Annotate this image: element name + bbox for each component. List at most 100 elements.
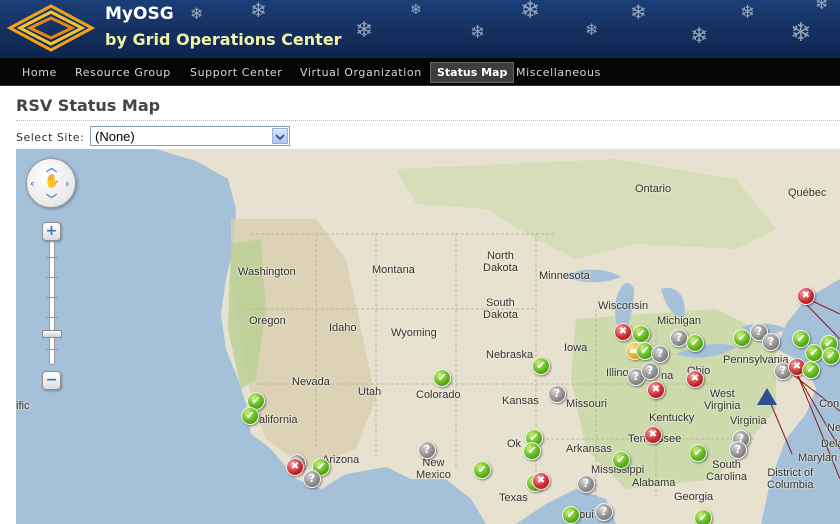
pan-up-icon[interactable]: ︿ [46,162,57,173]
snowflake-icon: ❄ [470,22,486,43]
nav-home[interactable]: Home [16,62,63,83]
site-marker-ok[interactable]: ✔ [632,325,650,343]
zoom-tick [46,277,58,278]
title-divider [16,120,840,121]
map-label-north-carolina: Ne [827,422,840,434]
site-marker-error[interactable]: ✖ [644,426,662,444]
map-label-virginia: Virginia [730,415,767,427]
map-label-iowa: Iowa [564,342,588,354]
zoom-tick [46,297,58,298]
map-label-minnesota: Minnesota [539,270,590,282]
site-marker-ok[interactable]: ✔ [689,444,707,462]
site-marker-ok[interactable]: ✔ [523,442,541,460]
site-marker-unknown[interactable]: ? [641,362,659,380]
map-label-texas: Texas [499,492,528,504]
pan-right-icon[interactable]: › [65,178,70,189]
snowflake-icon: ❄ [630,0,647,24]
snowflake-icon: ❄ [690,24,709,49]
site-marker-error[interactable]: ✖ [286,458,304,476]
site-marker-unknown[interactable]: ? [651,345,669,363]
site-select[interactable]: (None) [90,126,290,146]
site-marker-ok[interactable]: ✔ [433,369,451,387]
header-banner: ❄ ❄ ❄ ❄ ❄ ❄ ❄ ❄ ❄ ❄ ❄ ❄ MyOSG by Grid Op… [0,0,840,57]
snowflake-icon: ❄ [585,20,599,39]
site-marker-unknown[interactable]: ? [548,385,566,403]
snowflake-icon: ❄ [740,2,756,23]
site-marker-error[interactable]: ✖ [614,323,632,341]
site-select-value: (None) [95,129,135,144]
site-marker-error[interactable]: ✖ [532,472,550,490]
zoom-tick [46,317,58,318]
map-label-new-mexico: New Mexico [416,457,451,481]
zoom-slider-track[interactable] [49,241,55,365]
chevron-down-icon[interactable] [272,128,288,144]
site-marker-ok[interactable]: ✔ [612,451,630,469]
map-label-michigan: Michigan [657,315,702,327]
snowflake-icon: ❄ [190,4,204,23]
map-label-colorado: Colorado [416,389,461,401]
site-marker-unknown[interactable]: ? [762,333,780,351]
site-marker-unknown[interactable]: ? [729,441,747,459]
map-label-missouri: Missouri [566,398,607,410]
pan-left-icon[interactable]: ‹ [30,178,35,189]
map-label-ontario: Ontario [635,183,672,195]
snowflake-icon: ❄ [410,2,422,18]
site-marker-unknown[interactable]: ? [303,470,321,488]
map-label-georgia: Georgia [674,491,714,503]
map-label-pacific: ific [16,400,30,412]
map-label-nevada: Nevada [292,376,330,388]
site-marker-unknown[interactable]: ? [577,475,595,493]
site-marker-ok[interactable]: ✔ [822,347,840,365]
snowflake-icon: ❄ [790,18,812,48]
site-marker-ok[interactable]: ✔ [686,334,704,352]
app-title[interactable]: MyOSG [105,4,174,24]
site-marker-ok[interactable]: ✔ [733,329,751,347]
site-marker-unknown[interactable]: ? [595,503,613,521]
map-label-south-dakota: South Dakota [483,297,518,321]
map-label-montana: Montana [372,264,415,276]
hand-icon[interactable]: ✋ [44,175,60,188]
site-marker-ok[interactable]: ✔ [802,361,820,379]
nav-resource-group[interactable]: Resource Group [69,62,177,83]
pan-down-icon[interactable]: ﹀ [46,194,57,205]
zoom-tick [46,349,58,350]
zoom-tick [46,257,58,258]
triangle-icon[interactable] [757,388,777,405]
snowflake-icon: ❄ [815,0,829,13]
status-map[interactable]: Ontario Québec Washington Montana North … [16,149,840,524]
site-marker-ok[interactable]: ✔ [694,509,712,524]
map-label-wisconsin: Wisconsin [598,300,649,312]
nav-status-map[interactable]: Status Map [430,62,515,83]
site-marker-error[interactable]: ✖ [686,370,704,388]
site-marker-ok[interactable]: ✔ [241,407,259,425]
map-label-kentucky: Kentucky [649,412,695,424]
snowflake-icon: ❄ [520,0,541,24]
map-label-oklahoma: Ok [507,438,522,450]
main-nav: Home Resource Group Support Center Virtu… [0,57,840,86]
map-label-illinois: Illino [606,367,629,379]
site-marker-ok[interactable]: ✔ [473,461,491,479]
site-marker-ok[interactable]: ✔ [532,357,550,375]
map-label-wyoming: Wyoming [391,327,437,339]
site-marker-unknown[interactable]: ? [418,441,436,459]
map-label-california: alifornia [259,414,298,426]
map-label-utah: Utah [358,386,382,398]
nav-support-center[interactable]: Support Center [184,62,288,83]
zoom-slider-handle[interactable] [42,330,62,338]
map-label-west-virginia: West Virginia [704,388,741,412]
site-marker-ok[interactable]: ✔ [562,506,580,524]
map-label-north-dakota: North Dakota [483,250,518,274]
map-label-indiana: na [661,370,674,382]
site-marker-ok[interactable]: ✔ [805,344,823,362]
pan-control: ︿ ‹ › ﹀ ✋ [26,158,76,208]
nav-miscellaneous[interactable]: Miscellaneous [510,62,607,83]
osg-logo-icon[interactable] [4,2,98,54]
zoom-out-button[interactable]: − [42,371,61,390]
zoom-in-button[interactable]: + [42,222,61,241]
page-title: RSV Status Map [16,96,161,115]
site-marker-error[interactable]: ✖ [797,287,815,305]
map-label-oregon: Oregon [249,315,286,327]
site-marker-error[interactable]: ✖ [647,381,665,399]
nav-virtual-organization[interactable]: Virtual Organization [294,62,428,83]
map-label-south-carolina: South Carolina [706,459,747,483]
